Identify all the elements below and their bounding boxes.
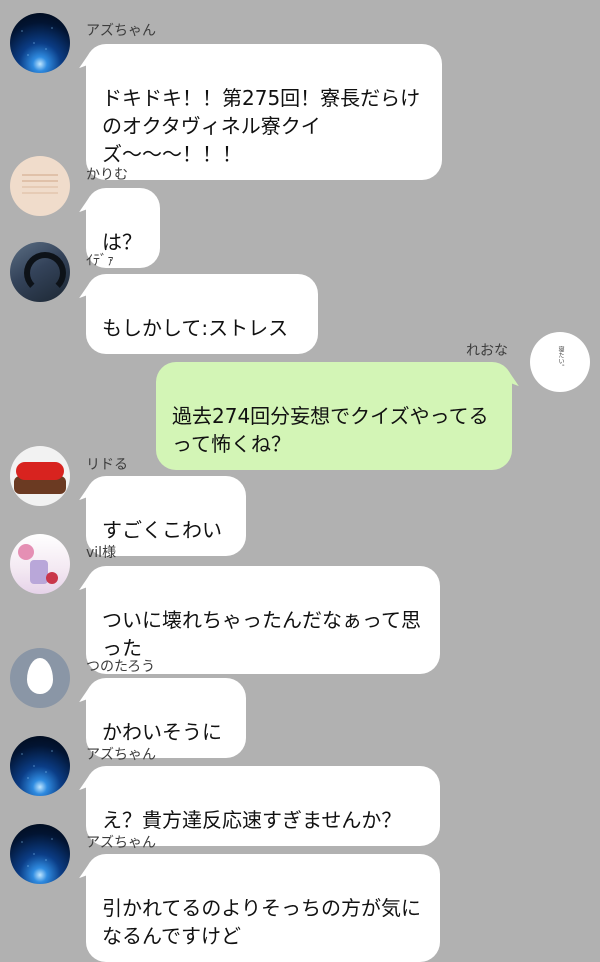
message-text: 引かれてるのよりそっちの方が気になるんですけど [102,896,421,948]
avatar-azu[interactable] [10,13,70,73]
avatar-reona[interactable]: 寝たい。 [530,332,590,392]
sender-name: かりむ [86,167,128,183]
avatar-text: 寝たい。 [557,346,564,370]
avatar-azu[interactable] [10,824,70,884]
sender-name: アズちゃん [86,747,156,763]
sender-name: アズちゃん [86,835,156,851]
avatar-ridoru[interactable] [10,446,70,506]
avatar-vil[interactable] [10,534,70,594]
sender-name: ｲﾃﾞｧ [86,253,114,269]
message-text: すごくこわい [102,518,222,542]
message-text: え？貴方達反応速すぎませんか？ [102,808,402,832]
sender-name: リドる [86,457,128,473]
message-text: ドキドキ！！第275回！寮長だらけのオクタヴィネル寮クイズ〜〜〜！！！ [102,86,421,166]
avatar-idea[interactable] [10,242,70,302]
message-bubble[interactable]: 引かれてるのよりそっちの方が気になるんですけど [86,854,440,962]
avatar-karimu[interactable] [10,156,70,216]
message-text: ついに壊れちゃったんだなぁって思った [102,608,421,660]
message-bubble[interactable]: もしかして:ストレス [86,274,318,354]
sender-name: アズちゃん [86,23,156,39]
avatar-azu[interactable] [10,736,70,796]
message-text: 過去274回分妄想でクイズやってるって怖くね？ [172,404,489,456]
message-bubble[interactable]: ドキドキ！！第275回！寮長だらけのオクタヴィネル寮クイズ〜〜〜！！！ [86,44,442,180]
sender-name: vil様 [86,545,117,561]
avatar-tsunotarou[interactable] [10,648,70,708]
message-text: もしかして:ストレス [102,316,289,340]
message-bubble[interactable]: 過去274回分妄想でクイズやってるって怖くね？ [156,362,512,470]
sender-name: れおな [466,343,508,359]
sender-name: つのたろう [86,659,156,675]
message-text: かわいそうに [102,720,222,744]
